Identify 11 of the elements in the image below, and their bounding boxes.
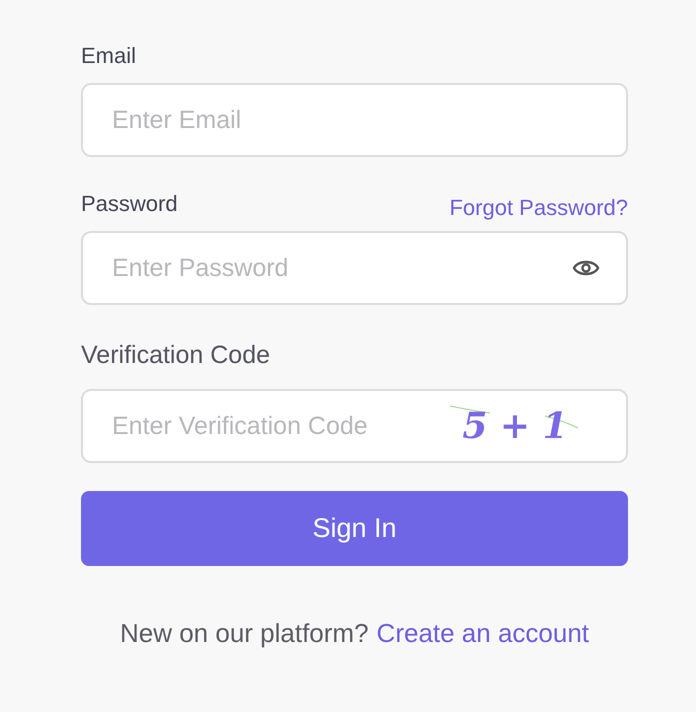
field-label: Password <box>81 190 178 218</box>
signup-prompt: New on our platform? <box>120 617 369 650</box>
forgot-password-link[interactable]: Forgot Password? <box>449 194 628 222</box>
field-label: Email <box>81 42 138 70</box>
field-label: Verification Code <box>81 340 272 370</box>
input-field[interactable]: Enter Password <box>81 231 628 305</box>
create-account-link[interactable]: Create an account <box>376 614 590 653</box>
sign-in-button[interactable]: Sign In <box>81 491 628 566</box>
eye-icon[interactable] <box>572 258 600 278</box>
captcha-image[interactable]: 5 + 1 <box>450 402 580 450</box>
input-field[interactable]: Enter Email <box>81 83 628 157</box>
